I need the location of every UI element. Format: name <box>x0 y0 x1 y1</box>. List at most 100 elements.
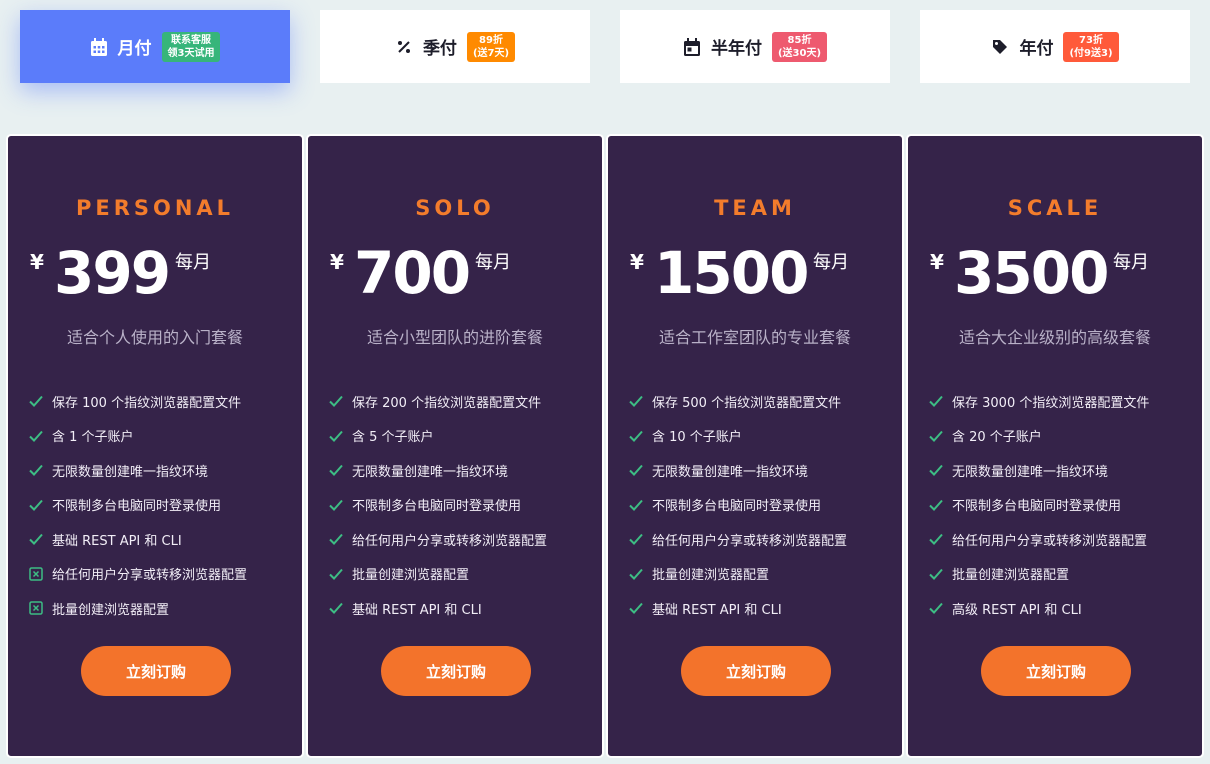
price-amount: 399 <box>54 239 171 307</box>
tag-icon <box>991 38 1009 56</box>
check-icon <box>928 566 944 582</box>
feature-item: 给任何用户分享或转移浏览器配置 <box>928 522 1149 557</box>
feature-text: 含 20 个子账户 <box>952 430 1042 446</box>
feature-text: 批量创建浏览器配置 <box>652 568 770 584</box>
feature-item: 含 1 个子账户 <box>28 419 247 454</box>
check-icon <box>28 497 44 513</box>
feature-text: 含 1 个子账户 <box>52 430 134 446</box>
check-icon <box>628 393 644 409</box>
feature-item: 无限数量创建唯一指纹环境 <box>28 453 247 488</box>
tab-yearly[interactable]: 年付 73折 (付9送3) <box>920 10 1190 83</box>
tab-half-year[interactable]: 半年付 85折 (送30天) <box>620 10 890 83</box>
feature-text: 无限数量创建唯一指纹环境 <box>352 464 509 480</box>
plan-name: TEAM <box>714 196 796 220</box>
check-icon <box>28 393 44 409</box>
cross-box-icon <box>28 600 44 616</box>
feature-text: 给任何用户分享或转移浏览器配置 <box>952 533 1148 549</box>
feature-item: 基础 REST API 和 CLI <box>28 522 247 557</box>
feature-item: 保存 3000 个指纹浏览器配置文件 <box>928 384 1149 419</box>
discount-badge: 85折 (送30天) <box>771 31 828 62</box>
feature-item: 不限制多台电脑同时登录使用 <box>328 488 547 523</box>
feature-text: 高级 REST API 和 CLI <box>952 602 1082 618</box>
price-amount: 3500 <box>954 239 1109 307</box>
feature-item: 批量创建浏览器配置 <box>328 557 547 592</box>
feature-item: 基础 REST API 和 CLI <box>328 591 547 626</box>
feature-item: 保存 200 个指纹浏览器配置文件 <box>328 384 547 419</box>
plan-description: 适合大企业级别的高级套餐 <box>958 328 1151 347</box>
percent-icon <box>395 38 413 56</box>
feature-item: 给任何用户分享或转移浏览器配置 <box>28 557 247 592</box>
tab-label: 半年付 <box>710 39 762 59</box>
feature-item: 不限制多台电脑同时登录使用 <box>928 488 1149 523</box>
feature-text: 给任何用户分享或转移浏览器配置 <box>52 568 248 584</box>
price-period: 每月 <box>475 252 511 273</box>
feature-text: 保存 500 个指纹浏览器配置文件 <box>652 395 842 411</box>
pricing-card-solo: SOLO ¥ 700 每月 适合小型团队的进阶套餐 保存 200 个指纹浏览器配… <box>306 134 604 758</box>
feature-item: 不限制多台电脑同时登录使用 <box>628 488 847 523</box>
feature-item: 含 20 个子账户 <box>928 419 1149 454</box>
plan-name: SCALE <box>1007 196 1103 220</box>
feature-text: 含 10 个子账户 <box>652 430 742 446</box>
check-icon <box>328 393 344 409</box>
check-icon <box>328 566 344 582</box>
check-icon <box>628 497 644 513</box>
currency-symbol: ¥ <box>930 250 944 274</box>
feature-text: 不限制多台电脑同时登录使用 <box>652 499 822 515</box>
calendar-icon <box>683 37 701 56</box>
trial-badge: 联系客服 领3天试用 <box>161 31 221 62</box>
cross-box-icon <box>28 566 44 582</box>
pricing-card-scale: SCALE ¥ 3500 每月 适合大企业级别的高级套餐 保存 3000 个指纹… <box>906 134 1204 758</box>
pricing-card-personal: PERSONAL ¥ 399 每月 适合个人使用的入门套餐 保存 100 个指纹… <box>6 134 304 758</box>
feature-text: 无限数量创建唯一指纹环境 <box>652 464 809 480</box>
check-icon <box>628 600 644 616</box>
feature-text: 保存 100 个指纹浏览器配置文件 <box>52 395 242 411</box>
pricing-card-team: TEAM ¥ 1500 每月 适合工作室团队的专业套餐 保存 500 个指纹浏览… <box>606 134 904 758</box>
check-icon <box>328 531 344 547</box>
feature-text: 基础 REST API 和 CLI <box>52 533 182 549</box>
tab-quarterly[interactable]: 季付 89折 (送7天) <box>320 10 590 83</box>
subscribe-button[interactable]: 立刻订购 <box>981 646 1131 696</box>
check-icon <box>928 497 944 513</box>
tab-monthly[interactable]: 月付 联系客服 领3天试用 <box>20 10 290 83</box>
currency-symbol: ¥ <box>330 250 344 274</box>
feature-list: 保存 3000 个指纹浏览器配置文件含 20 个子账户无限数量创建唯一指纹环境不… <box>928 384 1149 626</box>
feature-text: 保存 200 个指纹浏览器配置文件 <box>352 395 542 411</box>
discount-badge: 73折 (付9送3) <box>1063 31 1119 62</box>
tab-label: 年付 <box>1019 39 1054 59</box>
feature-text: 不限制多台电脑同时登录使用 <box>52 499 222 515</box>
check-icon <box>628 531 644 547</box>
check-icon <box>628 566 644 582</box>
feature-list: 保存 100 个指纹浏览器配置文件含 1 个子账户无限数量创建唯一指纹环境不限制… <box>28 384 247 626</box>
feature-item: 不限制多台电脑同时登录使用 <box>28 488 247 523</box>
feature-item: 给任何用户分享或转移浏览器配置 <box>628 522 847 557</box>
feature-text: 含 5 个子账户 <box>352 430 434 446</box>
check-icon <box>628 462 644 478</box>
price-amount: 700 <box>354 239 471 307</box>
subscribe-button[interactable]: 立刻订购 <box>681 646 831 696</box>
plan-name: SOLO <box>415 196 495 220</box>
subscribe-button[interactable]: 立刻订购 <box>381 646 531 696</box>
check-icon <box>28 462 44 478</box>
feature-item: 基础 REST API 和 CLI <box>628 591 847 626</box>
feature-item: 保存 100 个指纹浏览器配置文件 <box>28 384 247 419</box>
feature-list: 保存 200 个指纹浏览器配置文件含 5 个子账户无限数量创建唯一指纹环境 不限制… <box>328 384 547 626</box>
feature-item: 无限数量创建唯一指纹环境 <box>628 453 847 488</box>
feature-text: 批量创建浏览器配置 <box>52 602 170 618</box>
feature-text: 不限制多台电脑同时登录使用 <box>352 499 522 515</box>
feature-item: 保存 500 个指纹浏览器配置文件 <box>628 384 847 419</box>
feature-item: 给任何用户分享或转移浏览器配置 <box>328 522 547 557</box>
feature-text: 批量创建浏览器配置 <box>952 568 1070 584</box>
feature-text: 基础 REST API 和 CLI <box>652 602 782 618</box>
price-period: 每月 <box>175 252 211 273</box>
check-icon <box>328 462 344 478</box>
subscribe-button[interactable]: 立刻订购 <box>81 646 231 696</box>
feature-text: 无限数量创建唯一指纹环境 <box>952 464 1109 480</box>
feature-item: 批量创建浏览器配置 <box>28 591 247 626</box>
calendar-grid-icon <box>90 37 108 56</box>
feature-text: 基础 REST API 和 CLI <box>352 602 482 618</box>
feature-item: 无限数量创建唯一指纹环境 <box>328 453 547 488</box>
feature-text: 批量创建浏览器配置 <box>352 568 470 584</box>
check-icon <box>28 428 44 444</box>
feature-item: 批量创建浏览器配置 <box>928 557 1149 592</box>
plan-description: 适合工作室团队的专业套餐 <box>658 328 851 347</box>
